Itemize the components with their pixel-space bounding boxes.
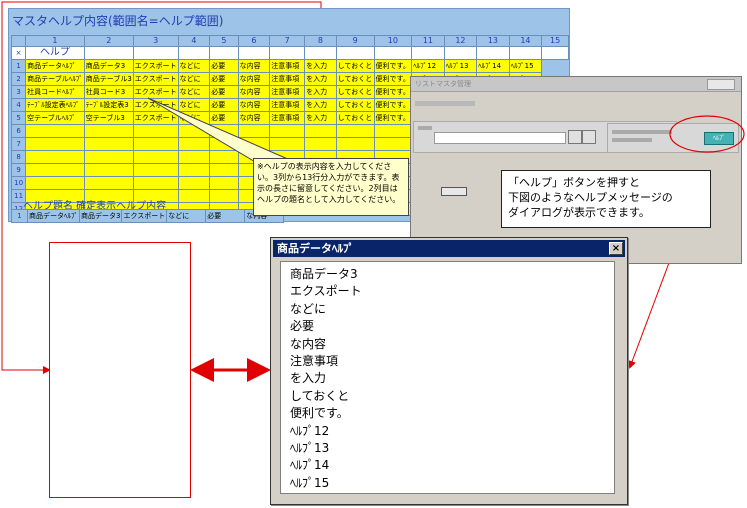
window2-lower-button[interactable] bbox=[441, 187, 467, 196]
help-message-line: エクスポート bbox=[290, 284, 362, 299]
help-input-callout: ※ヘルプの表示内容を入力してください。3列から13行分入力ができます。表示の長さ… bbox=[253, 158, 409, 216]
window2-right-label bbox=[612, 130, 672, 134]
help-message-line: な内容 bbox=[290, 336, 327, 351]
help-message-line: を入力 bbox=[290, 371, 327, 386]
window2-small-button-2[interactable] bbox=[582, 130, 596, 144]
window2-right-label-2 bbox=[612, 138, 652, 142]
help-dialog: 商品データﾍﾙﾌﾟ × 商品データ3 エクスポート などに必要な内容注意事項を入力し… bbox=[270, 237, 628, 505]
dialog-titlebar: 商品データﾍﾙﾌﾟ × bbox=[273, 240, 625, 257]
help-message-line: 便利です。 bbox=[290, 406, 349, 421]
note-line-3: ダイアログが表示できます。 bbox=[508, 206, 650, 219]
close-button[interactable]: × bbox=[609, 242, 623, 255]
help-message-line: 注意事項 bbox=[290, 354, 339, 369]
help-message-line: などに bbox=[290, 301, 327, 316]
note-line-1: 「ヘルプ」ボタンを押すと bbox=[508, 176, 640, 189]
help-message-line: 必要 bbox=[290, 319, 315, 334]
highlight-ellipse bbox=[669, 115, 745, 153]
window2-small-button[interactable] bbox=[568, 130, 582, 144]
window2-label-bar bbox=[415, 101, 475, 106]
help-message-line: ﾍﾙﾌﾟ13 bbox=[290, 441, 330, 456]
window2-title: リストマスタ管理 bbox=[411, 77, 741, 92]
help-message-line: ﾍﾙﾌﾟ12 bbox=[290, 423, 330, 438]
window2-top-button[interactable] bbox=[707, 79, 735, 90]
note-line-2: 下図のようなヘルプメッセージの bbox=[508, 191, 673, 204]
help-message-line: しておくと bbox=[290, 388, 350, 403]
window2-field-label bbox=[418, 126, 432, 130]
help-message-line: ﾍﾙﾌﾟ14 bbox=[290, 458, 330, 473]
help-button-note: 「ヘルプ」ボタンを押すと 下図のようなヘルプメッセージの ダイアログが表示できま… bbox=[501, 170, 711, 228]
form-placeholder-box bbox=[49, 242, 191, 498]
window2-field[interactable] bbox=[434, 132, 566, 144]
help-message-line: 商品データ3 bbox=[290, 267, 358, 281]
help-message-line: ﾍﾙﾌﾟ15 bbox=[290, 475, 330, 490]
dialog-title: 商品データﾍﾙﾌﾟ bbox=[277, 242, 354, 255]
dialog-message-list: 商品データ3 エクスポート などに必要な内容注意事項を入力しておくと便利です。 ﾍﾙﾌ… bbox=[280, 261, 615, 494]
